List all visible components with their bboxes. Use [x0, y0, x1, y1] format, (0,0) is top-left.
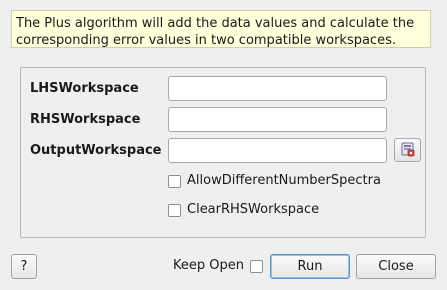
allow-different-spectra-option[interactable]: AllowDifferentNumberSpectra: [168, 173, 381, 189]
algorithm-description: The Plus algorithm will add the data val…: [11, 10, 431, 48]
help-button[interactable]: ?: [11, 254, 37, 279]
clear-rhs-option[interactable]: ClearRHSWorkspace: [168, 202, 319, 218]
close-button[interactable]: Close: [356, 254, 436, 279]
allow-different-spectra-checkbox[interactable]: [168, 174, 181, 188]
keep-open-label: Keep Open: [173, 258, 244, 273]
rhs-workspace-input[interactable]: [168, 107, 387, 132]
clear-rhs-label: ClearRHSWorkspace: [187, 202, 320, 217]
keep-open-option[interactable]: Keep Open: [173, 258, 263, 274]
output-workspace-input[interactable]: [168, 138, 387, 163]
allow-different-spectra-label: AllowDifferentNumberSpectra: [187, 173, 381, 188]
output-workspace-label: OutputWorkspace: [30, 143, 162, 158]
workspace-browse-icon: [400, 141, 416, 160]
keep-open-checkbox[interactable]: [249, 259, 263, 273]
lhs-workspace-label: LHSWorkspace: [30, 81, 139, 96]
rhs-workspace-label: RHSWorkspace: [30, 112, 141, 127]
clear-rhs-checkbox[interactable]: [168, 203, 181, 217]
lhs-workspace-input[interactable]: [168, 76, 387, 101]
run-button[interactable]: Run: [270, 254, 350, 279]
workspace-browse-button[interactable]: [394, 138, 421, 162]
